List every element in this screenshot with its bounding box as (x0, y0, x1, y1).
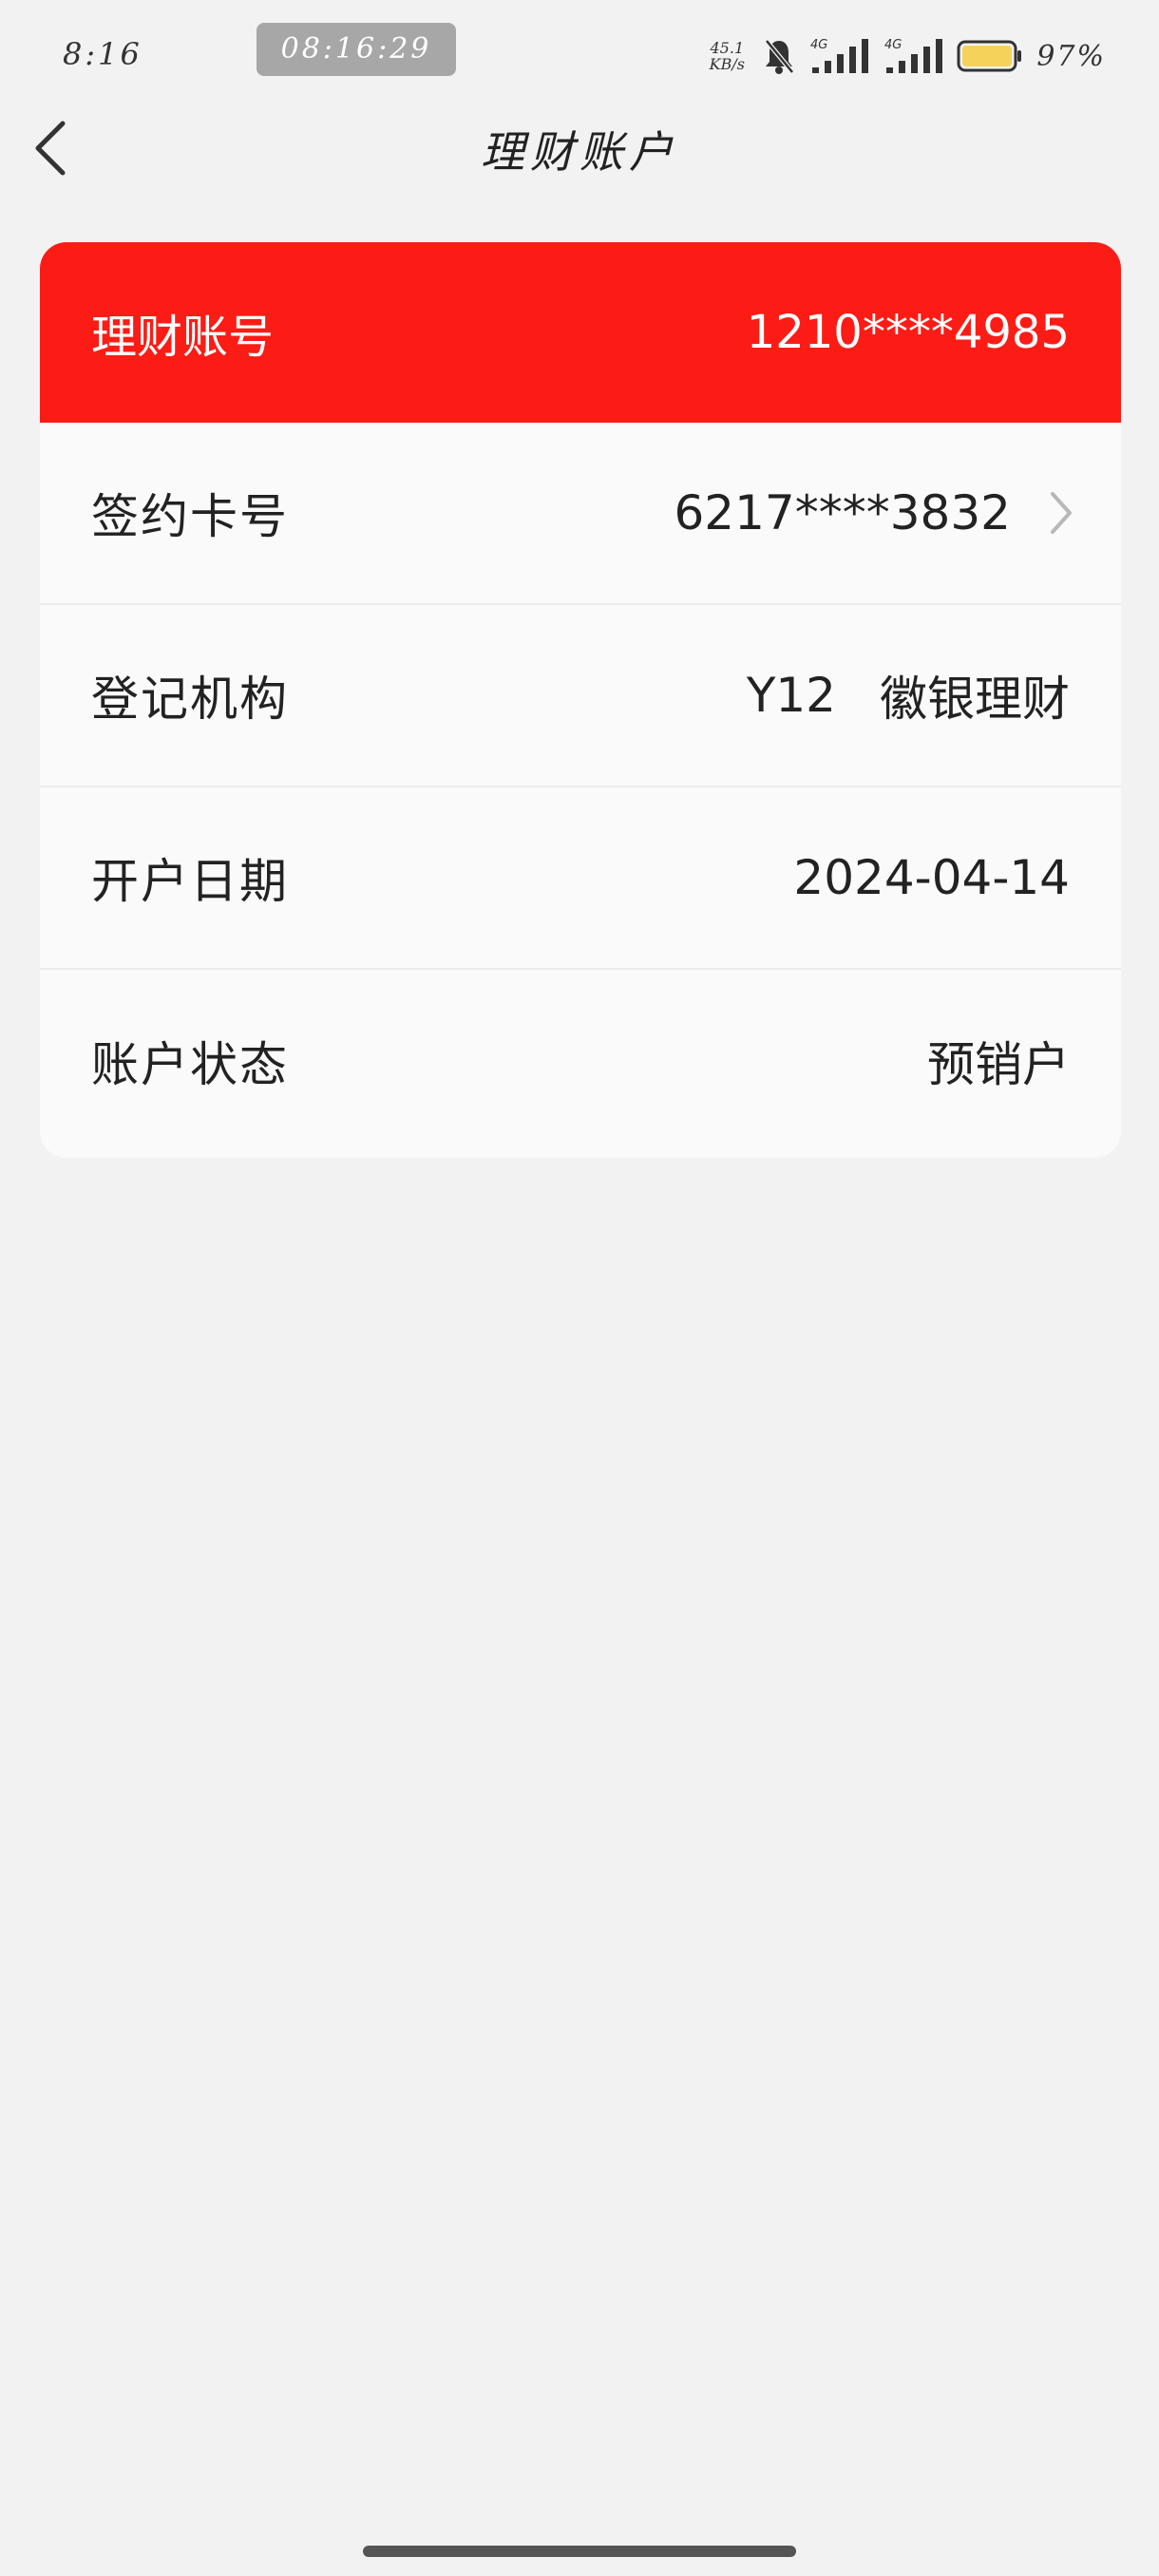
account-number-value: 1210****4985 (746, 306, 1070, 359)
nav-bar: 理财账户 (0, 104, 1159, 190)
open-date-row: 开户日期 2024-04-14 (40, 787, 1121, 970)
open-date-value: 2024-04-14 (793, 850, 1070, 905)
account-status-row: 账户状态 预销户 (40, 970, 1121, 1152)
signed-card-row[interactable]: 签约卡号 6217****3832 (40, 423, 1121, 605)
signal-4g-icon-2: 4G (884, 38, 943, 73)
battery-icon (957, 40, 1022, 72)
account-number-header: 理财账号 1210****4985 (40, 242, 1121, 423)
mute-bell-icon (765, 39, 795, 74)
account-status-label: 账户状态 (91, 1037, 289, 1092)
chevron-right-icon (1051, 492, 1072, 534)
account-card: 理财账号 1210****4985 签约卡号 6217****3832 登记机构… (40, 242, 1121, 1158)
battery-percent: 97% (1036, 39, 1106, 73)
status-bar: 8:16 08:16:29 45.1 KB/s 4G 4G 97% (0, 0, 1159, 114)
signed-card-value: 6217****3832 (674, 485, 1012, 540)
account-number-label: 理财账号 (91, 311, 275, 364)
status-time: 8:16 (63, 36, 142, 72)
home-indicator[interactable] (363, 2546, 796, 2557)
network-speed-unit: KB/s (709, 55, 745, 73)
network-speed-value: 45.1 (710, 39, 745, 57)
network-2-label: 4G (884, 38, 902, 52)
signed-card-value-wrap: 6217****3832 (674, 485, 1072, 540)
signed-card-label: 签约卡号 (91, 489, 289, 544)
registration-institution-label: 登记机构 (91, 672, 289, 727)
account-status-value: 预销户 (927, 1037, 1070, 1092)
open-date-label: 开户日期 (91, 854, 289, 909)
page-title: 理财账户 (481, 126, 678, 178)
registration-institution-row: 登记机构 Y12 徽银理财 (40, 605, 1121, 787)
status-icons: 45.1 KB/s 4G 4G 97% (704, 32, 1106, 80)
screen-recording-clock: 08:16:29 (256, 23, 456, 76)
signal-4g-icon: 4G (810, 38, 869, 73)
institution-code: Y12 (746, 668, 836, 723)
institution-name: 徽银理财 (880, 672, 1070, 727)
network-speed: 45.1 KB/s (704, 40, 750, 72)
network-1-label: 4G (810, 38, 827, 52)
registration-institution-value: Y12 徽银理财 (747, 661, 1070, 729)
